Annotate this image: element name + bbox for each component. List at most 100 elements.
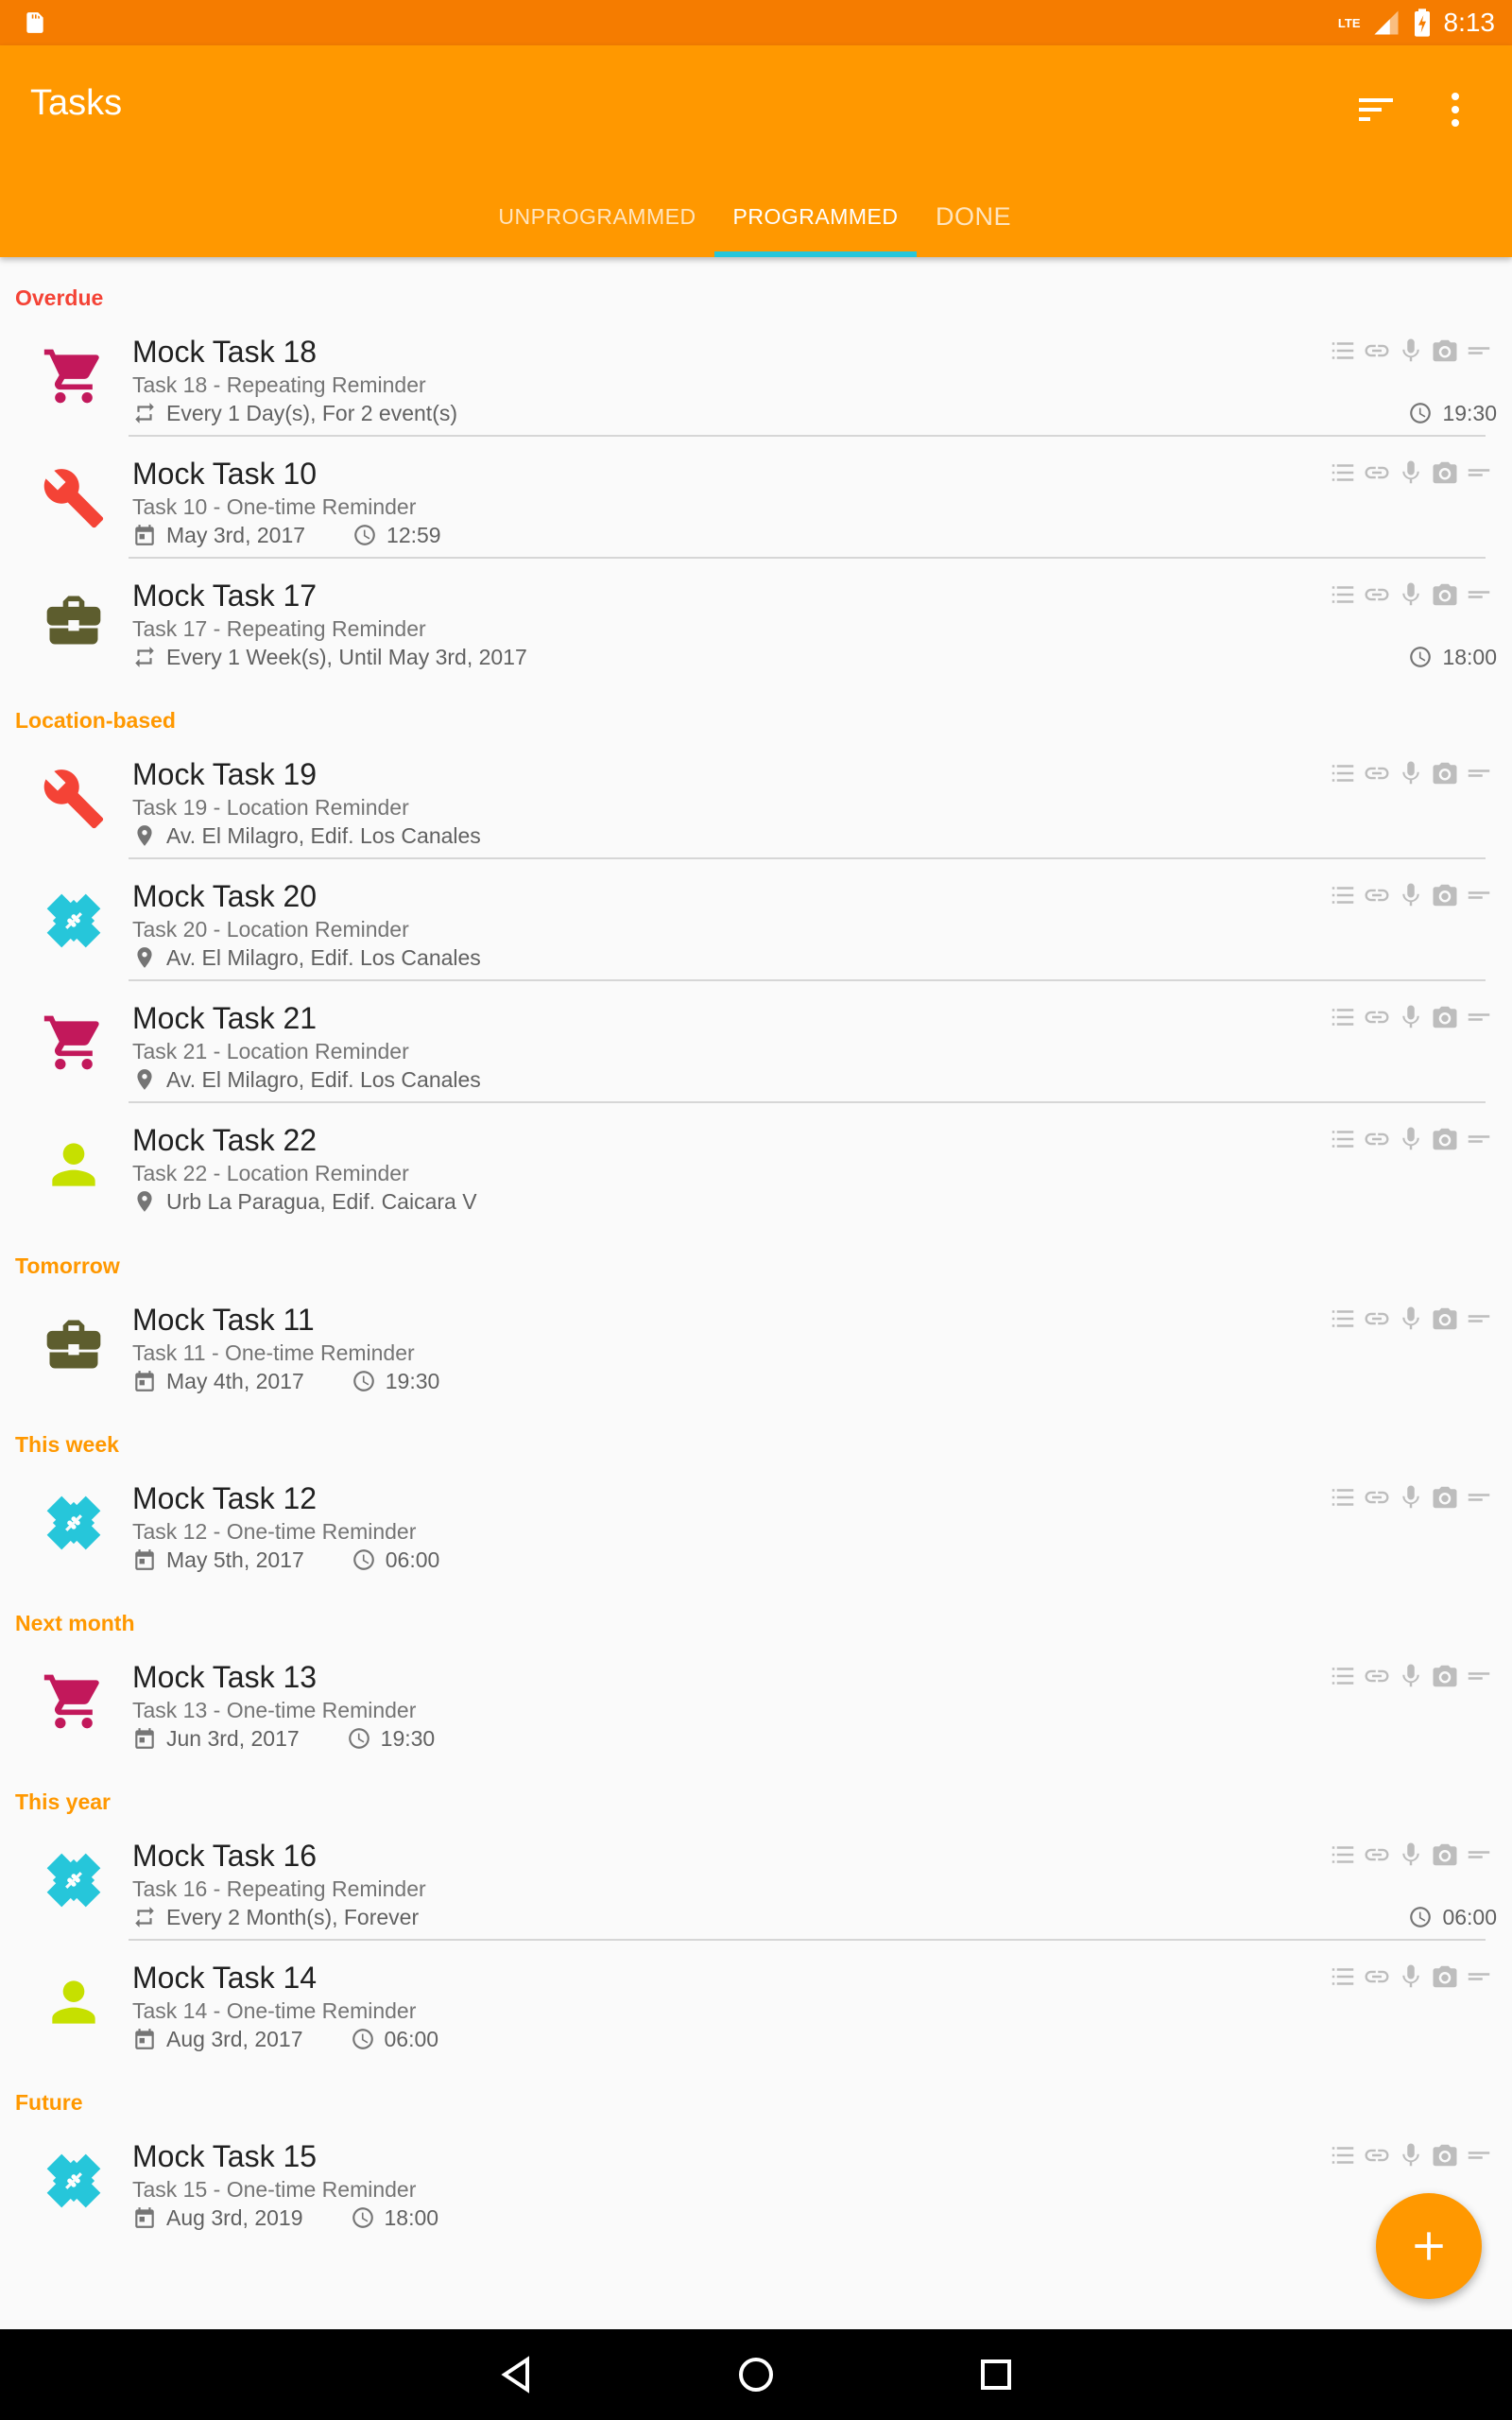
camera-icon (1433, 1965, 1457, 1988)
task-meta: Av. El Milagro, Edif. Los Canales (132, 943, 481, 972)
calendar-icon (135, 525, 154, 545)
task-row[interactable]: Mock Task 12 Task 12 - One-time Reminder M… (0, 1462, 1512, 1583)
briefcase-icon (46, 596, 101, 645)
bandage-icon (46, 893, 101, 948)
divider (129, 857, 1486, 859)
location-pin-icon (137, 1069, 152, 1090)
task-subtitle: Task 21 - Location Reminder (132, 1039, 409, 1063)
task-detail: Urb La Paragua, Edif. Caicara V (166, 1188, 477, 1214)
task-meta: May 4th, 2017 19:30 (132, 1367, 439, 1395)
clock-icon (352, 2029, 373, 2049)
more-options-icon[interactable] (1433, 87, 1478, 132)
task-title: Mock Task 22 (132, 1123, 318, 1157)
microphone-icon (1402, 1127, 1419, 1150)
attachment-indicators (1329, 1483, 1493, 1512)
section-header: Location-based (15, 708, 176, 733)
notes-icon (1468, 1672, 1490, 1680)
microphone-icon (1402, 1306, 1419, 1330)
task-time: 18:00 (1442, 644, 1497, 669)
section-header: This week (15, 1432, 119, 1457)
clock-icon (348, 1728, 369, 1749)
task-row[interactable]: Mock Task 18 Task 18 - Repeating Reminder… (0, 316, 1512, 437)
task-title: Mock Task 17 (132, 579, 318, 613)
clock-icon (1410, 1907, 1432, 1927)
microphone-icon (1402, 338, 1419, 362)
task-title: Mock Task 19 (132, 757, 318, 791)
task-title: Mock Task 18 (132, 335, 318, 369)
checklist-icon (1332, 1846, 1354, 1863)
task-row[interactable]: Mock Task 19 Task 19 - Location Reminder A… (0, 738, 1512, 859)
link-icon (1365, 1669, 1389, 1683)
attachment-indicators (1329, 1305, 1493, 1333)
divider (129, 1939, 1486, 1941)
task-row[interactable]: Mock Task 14 Task 14 - One-time Reminder A… (0, 1942, 1512, 2063)
person-icon (52, 1143, 95, 1186)
section-header: Overdue (15, 285, 104, 310)
task-row[interactable]: Mock Task 15 Task 15 - One-time Reminder A… (0, 2120, 1512, 2241)
checklist-icon (1332, 1489, 1354, 1506)
task-time-right: 18:00 (1408, 643, 1497, 671)
location-pin-icon (137, 1191, 152, 1212)
task-row[interactable]: Mock Task 21 Task 21 - Location Reminder A… (0, 982, 1512, 1103)
task-row[interactable]: Mock Task 10 Task 10 - One-time Reminder M… (0, 438, 1512, 559)
home-icon[interactable] (733, 2352, 779, 2397)
task-row[interactable]: Mock Task 11 Task 11 - One-time Reminder M… (0, 1284, 1512, 1405)
task-detail: Every 1 Day(s), For 2 event(s) (166, 400, 458, 425)
notes-icon (1468, 1973, 1490, 1980)
task-meta: May 3rd, 2017 12:59 (132, 521, 441, 549)
link-icon (1365, 889, 1389, 902)
camera-icon (1433, 1843, 1457, 1866)
attachment-indicators (1329, 1662, 1493, 1690)
task-subtitle: Task 19 - Location Reminder (132, 795, 409, 820)
add-task-button[interactable] (1376, 2193, 1482, 2299)
sort-icon[interactable] (1353, 87, 1399, 132)
microphone-icon (1402, 883, 1419, 907)
section-header: Tomorrow (15, 1253, 120, 1278)
calendar-icon (135, 2029, 154, 2049)
task-subtitle: Task 17 - Repeating Reminder (132, 616, 426, 641)
task-row[interactable]: Mock Task 20 Task 20 - Location Reminder A… (0, 860, 1512, 981)
tab-programmed[interactable]: PROGRAMMED (714, 176, 917, 257)
attachment-indicators (1329, 580, 1493, 609)
camera-icon (1433, 339, 1457, 362)
link-icon (1365, 466, 1389, 479)
task-title: Mock Task 21 (132, 1001, 318, 1035)
clock-icon (1410, 403, 1432, 424)
task-detail: Av. El Milagro, Edif. Los Canales (166, 1066, 481, 1092)
link-icon (1365, 1132, 1389, 1146)
tab-unprogrammed[interactable]: UNPROGRAMMED (488, 176, 707, 257)
task-title: Mock Task 11 (132, 1303, 315, 1337)
task-meta: Av. El Milagro, Edif. Los Canales (132, 1065, 481, 1094)
navigation-bar (0, 2329, 1512, 2420)
task-date: May 4th, 2017 (166, 1368, 304, 1393)
task-time: 19:30 (385, 1368, 440, 1393)
notes-icon (1468, 347, 1490, 354)
attachment-indicators (1329, 881, 1493, 909)
recents-icon[interactable] (973, 2352, 1019, 2397)
task-title: Mock Task 16 (132, 1839, 318, 1873)
plus-icon (1415, 2232, 1443, 2260)
back-icon[interactable] (493, 2352, 539, 2397)
task-meta: Jun 3rd, 2017 19:30 (132, 1724, 435, 1753)
checklist-icon (1332, 2147, 1354, 2164)
link-icon (1365, 588, 1389, 601)
sd-card-icon (26, 12, 43, 33)
tab-done[interactable]: DONE (924, 176, 1022, 257)
task-row[interactable]: Mock Task 13 Task 13 - One-time Reminder J… (0, 1641, 1512, 1762)
attachment-indicators (1329, 337, 1493, 365)
task-time-right: 06:00 (1408, 1903, 1497, 1931)
task-date: May 3rd, 2017 (166, 522, 306, 547)
task-meta: Av. El Milagro, Edif. Los Canales (132, 821, 481, 850)
task-detail: Av. El Milagro, Edif. Los Canales (166, 822, 481, 848)
shopping-cart-icon (43, 1674, 99, 1729)
section-header: Next month (15, 1611, 135, 1635)
clock-icon (352, 1371, 374, 1392)
camera-icon (1433, 583, 1457, 606)
task-row[interactable]: Mock Task 16 Task 16 - Repeating Reminder… (0, 1820, 1512, 1941)
checklist-icon (1332, 586, 1354, 603)
repeat-icon (135, 1907, 154, 1927)
task-subtitle: Task 10 - One-time Reminder (132, 494, 417, 519)
task-row[interactable]: Mock Task 22 Task 22 - Location Reminder U… (0, 1104, 1512, 1225)
task-date: Jun 3rd, 2017 (166, 1725, 300, 1751)
task-row[interactable]: Mock Task 17 Task 17 - Repeating Reminder… (0, 560, 1512, 681)
